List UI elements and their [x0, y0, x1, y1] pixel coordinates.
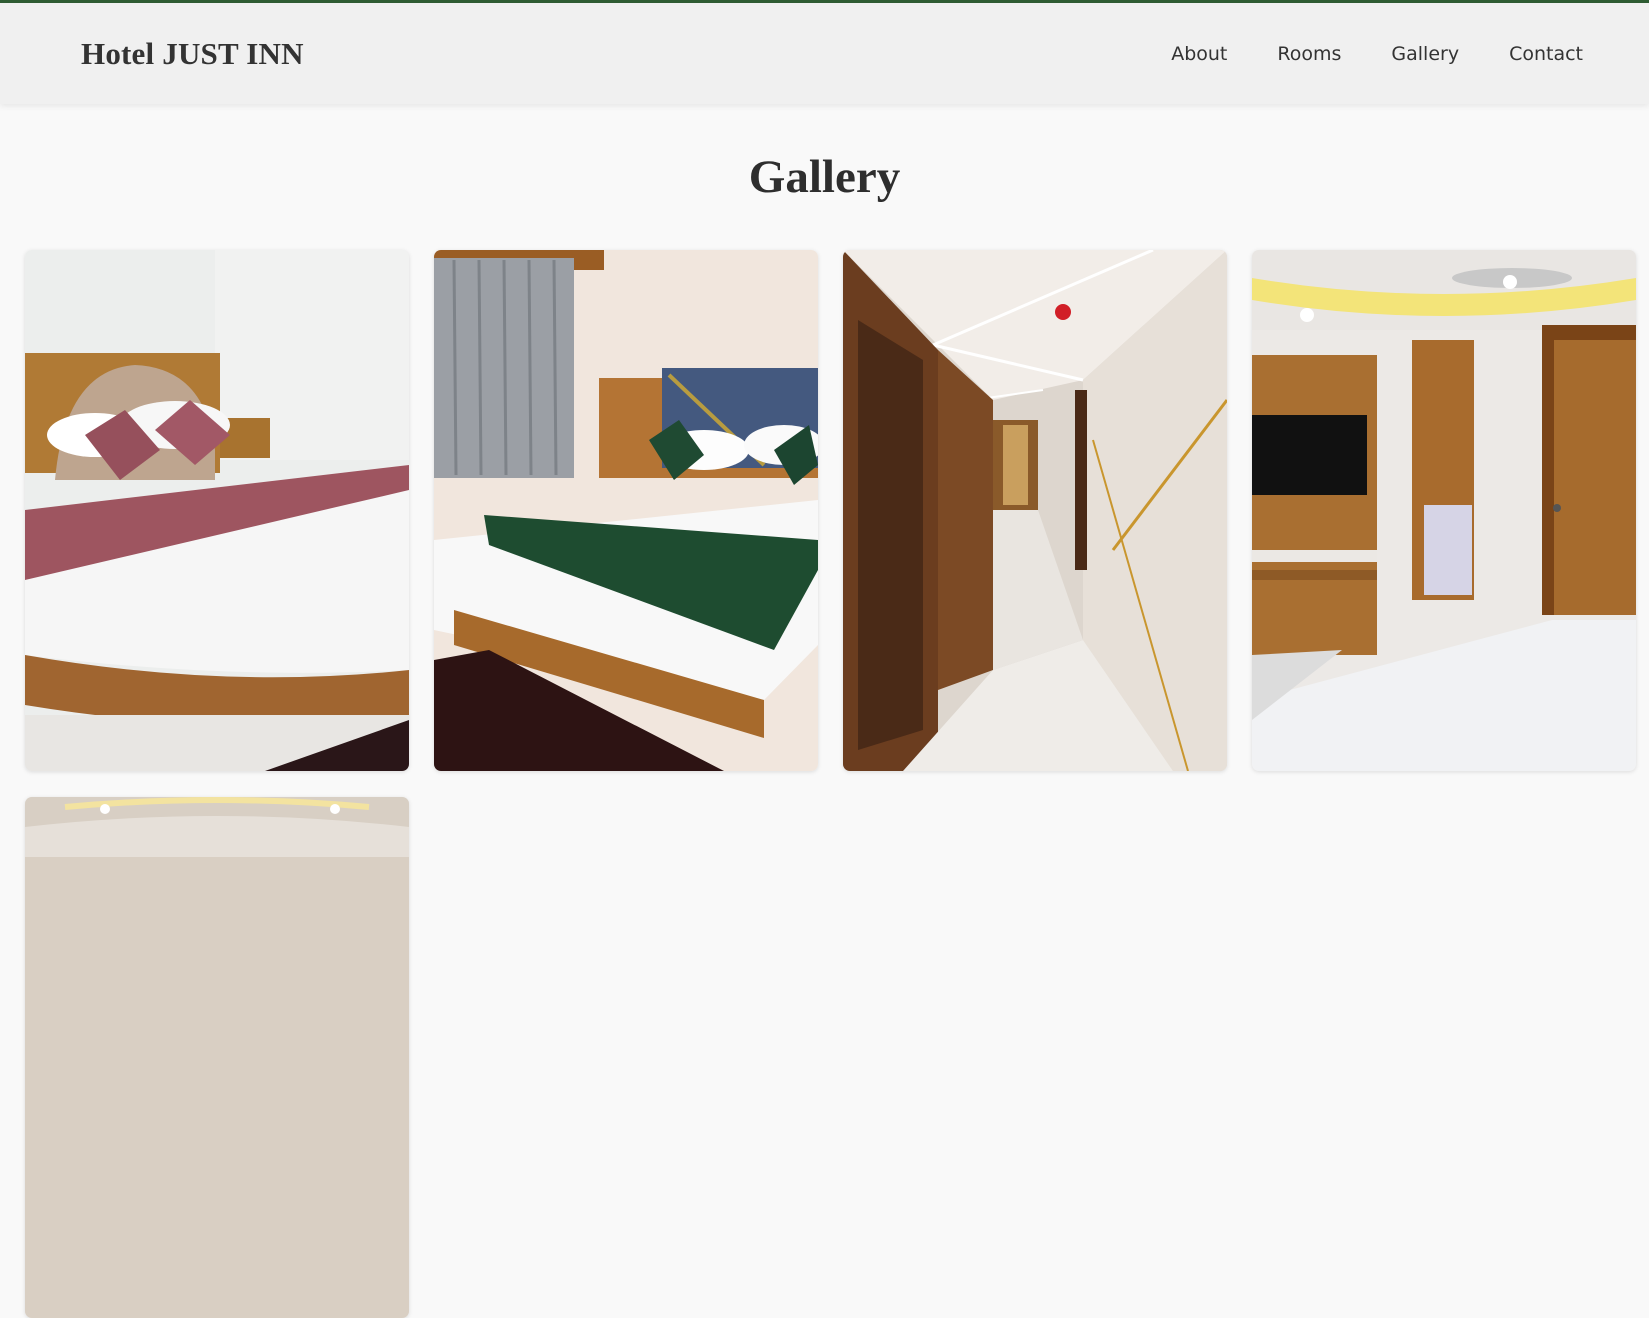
- gallery-image-2[interactable]: [434, 250, 818, 771]
- nav-link-about[interactable]: About: [1171, 43, 1227, 65]
- gallery-image-1[interactable]: [25, 250, 409, 771]
- hotel-corridor-photo: [843, 250, 1227, 771]
- main-nav: About Rooms Gallery Contact: [1171, 43, 1583, 65]
- nav-link-gallery[interactable]: Gallery: [1391, 43, 1459, 65]
- room-ceiling-photo: [25, 797, 409, 1318]
- page-title: Gallery: [748, 151, 901, 203]
- bedroom-blue-headboard-photo: [434, 250, 818, 771]
- site-logo[interactable]: Hotel JUST INN: [81, 36, 304, 72]
- room-tv-wardrobe-photo: [1252, 250, 1636, 771]
- nav-link-rooms[interactable]: Rooms: [1277, 43, 1341, 65]
- gallery-image-3[interactable]: [843, 250, 1227, 771]
- bedroom-round-bed-photo: [25, 250, 409, 771]
- gallery-grid: [25, 250, 1636, 1318]
- gallery-image-5[interactable]: [25, 797, 409, 1318]
- nav-link-contact[interactable]: Contact: [1509, 43, 1583, 65]
- site-header: Hotel JUST INN About Rooms Gallery Conta…: [0, 3, 1649, 104]
- gallery-image-4[interactable]: [1252, 250, 1636, 771]
